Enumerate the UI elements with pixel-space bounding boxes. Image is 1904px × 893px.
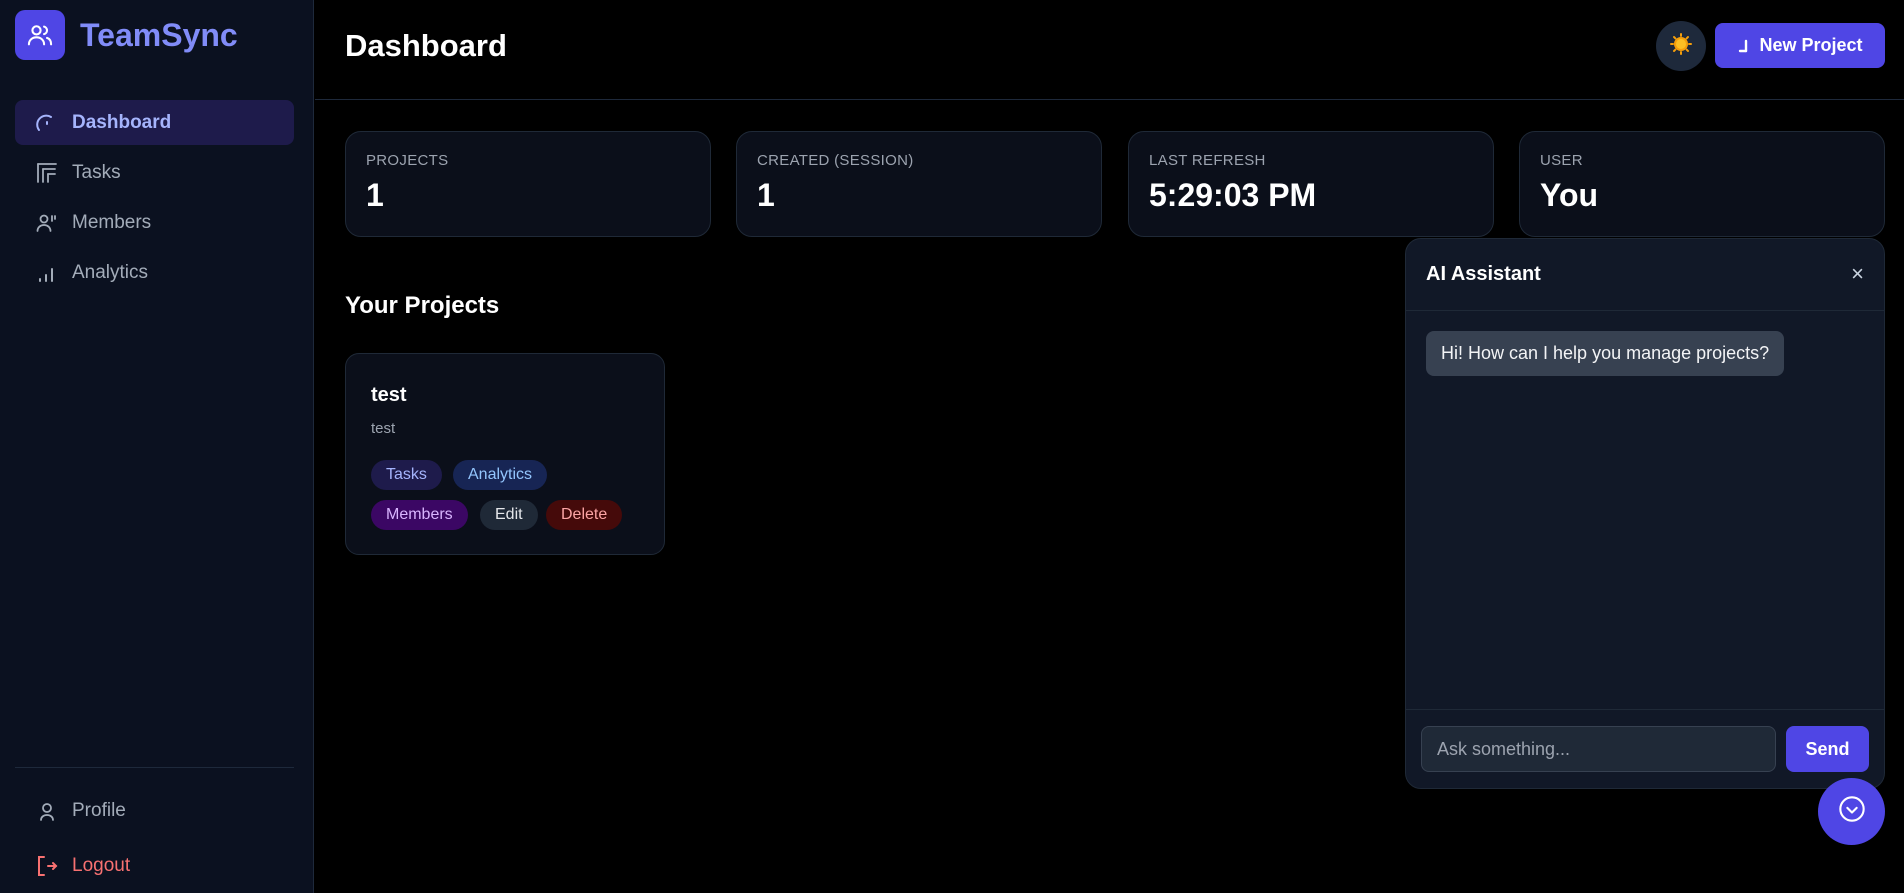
- ai-panel-header: AI Assistant ×: [1406, 239, 1884, 311]
- new-project-label: New Project: [1759, 35, 1863, 55]
- sidebar-item-tasks[interactable]: Tasks: [15, 150, 294, 195]
- sidebar-nav: Dashboard Tasks Members Analytics: [15, 100, 294, 300]
- sidebar-divider: [15, 767, 294, 768]
- theme-toggle-button[interactable]: [1656, 21, 1706, 71]
- brand[interactable]: TeamSync: [15, 10, 238, 60]
- sidebar-item-label: Logout: [72, 854, 131, 876]
- ai-assistant-panel: AI Assistant × Hi! How can I help you ma…: [1405, 238, 1885, 789]
- sidebar-item-label: Profile: [72, 799, 126, 821]
- stat-label: LAST REFRESH: [1149, 152, 1266, 169]
- project-name: test: [371, 384, 407, 406]
- ai-chat-input[interactable]: [1421, 726, 1776, 772]
- sidebar-item-profile[interactable]: Profile: [15, 788, 294, 833]
- sidebar-bottom: Profile Logout: [15, 788, 294, 893]
- stat-label: CREATED (SESSION): [757, 152, 914, 169]
- new-project-button[interactable]: New Project: [1715, 23, 1885, 68]
- top-header: Dashboard New Project: [315, 0, 1904, 100]
- bar-chart-icon: [35, 261, 59, 285]
- project-members-button[interactable]: Members: [371, 500, 468, 530]
- stat-value: You: [1540, 177, 1599, 213]
- sidebar: TeamSync Dashboard Tasks Members Analyti…: [0, 0, 314, 893]
- stat-label: PROJECTS: [366, 152, 449, 169]
- stat-value: 1: [366, 177, 384, 213]
- close-icon[interactable]: ×: [1851, 263, 1864, 285]
- project-delete-button[interactable]: Delete: [546, 500, 623, 530]
- sidebar-item-label: Tasks: [72, 161, 121, 183]
- ai-panel-footer: Send: [1406, 709, 1884, 788]
- sidebar-item-label: Dashboard: [72, 111, 172, 133]
- users-icon: [15, 10, 65, 60]
- app-name: TeamSync: [80, 16, 238, 53]
- chevron-down-circle-icon: [1838, 795, 1866, 828]
- sidebar-item-logout[interactable]: Logout: [15, 843, 294, 888]
- project-tasks-button[interactable]: Tasks: [371, 460, 442, 490]
- user-icon: [35, 799, 59, 823]
- logout-icon: [35, 854, 59, 878]
- stat-card-last-refresh: LAST REFRESH 5:29:03 PM: [1128, 131, 1494, 237]
- stat-card-user: USER You: [1519, 131, 1885, 237]
- sidebar-item-dashboard[interactable]: Dashboard: [15, 100, 294, 145]
- members-icon: [35, 211, 59, 235]
- send-button[interactable]: Send: [1786, 726, 1869, 772]
- gauge-icon: [35, 111, 59, 135]
- stat-card-created: CREATED (SESSION) 1: [736, 131, 1102, 237]
- stat-label: USER: [1540, 152, 1583, 169]
- sidebar-item-label: Members: [72, 211, 152, 233]
- stat-value: 5:29:03 PM: [1149, 177, 1317, 213]
- assistant-message: Hi! How can I help you manage projects?: [1426, 331, 1785, 376]
- project-analytics-button[interactable]: Analytics: [453, 460, 548, 490]
- ai-toggle-button[interactable]: [1818, 778, 1885, 845]
- kanban-icon: [35, 161, 59, 185]
- plus-icon: [1737, 39, 1751, 53]
- ai-panel-title: AI Assistant: [1426, 263, 1541, 285]
- sidebar-item-members[interactable]: Members: [15, 200, 294, 245]
- page-title: Dashboard: [345, 28, 507, 63]
- project-edit-button[interactable]: Edit: [480, 500, 538, 530]
- project-description: test: [371, 420, 396, 437]
- projects-section-title: Your Projects: [345, 292, 500, 319]
- project-card: test test Tasks Analytics Members Edit D…: [345, 353, 665, 555]
- stat-value: 1: [757, 177, 775, 213]
- sun-icon: [1669, 32, 1693, 61]
- stat-card-projects: PROJECTS 1: [345, 131, 711, 237]
- sidebar-item-analytics[interactable]: Analytics: [15, 250, 294, 295]
- sidebar-item-label: Analytics: [72, 261, 149, 283]
